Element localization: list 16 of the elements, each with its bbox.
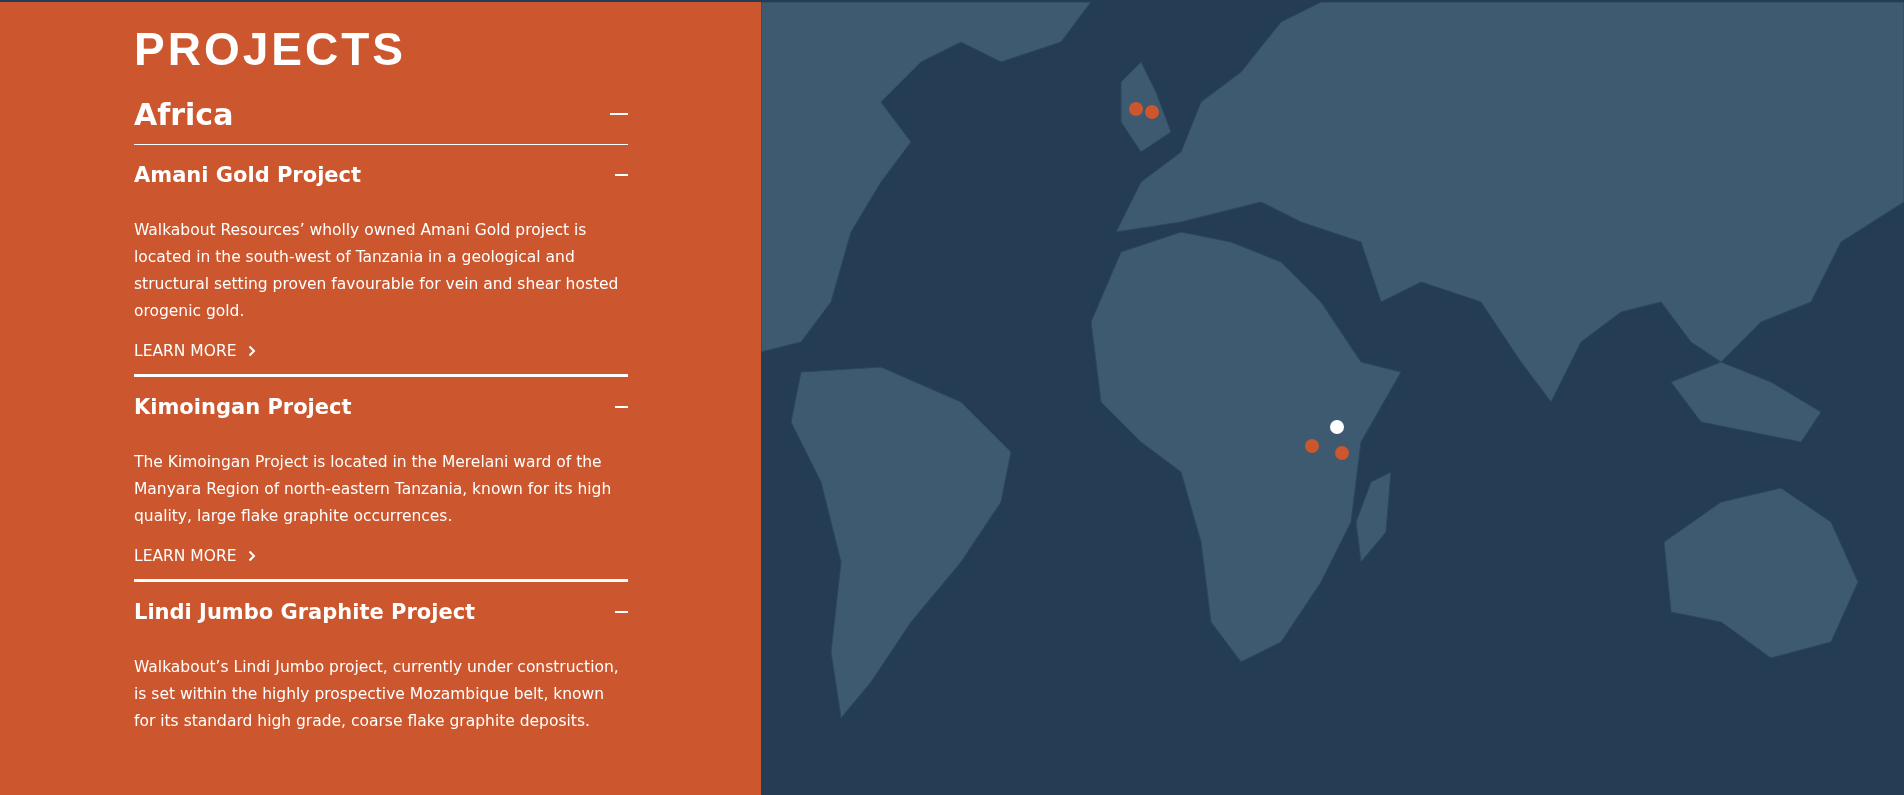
- project-description: The Kimoingan Project is located in the Merelani ward of the Manyara Region of north-eastern Tanzania, known for its high quality, large flake graphite occurrences.: [134, 451, 613, 527]
- project-heading[interactable]: Amani Gold Project: [134, 162, 362, 187]
- project-description: Walkabout’s Lindi Jumbo project, currently under construction, is set within the highly prospective Mozambique belt, known for its standard high grade, coarse flake graphite deposits.: [134, 656, 620, 732]
- region-heading[interactable]: Africa: [134, 96, 234, 132]
- collapse-icon[interactable]: [610, 113, 628, 116]
- learn-more-link[interactable]: LEARN MORE: [134, 546, 257, 565]
- chevron-right-icon: [248, 344, 257, 357]
- chevron-right-icon: [248, 549, 257, 562]
- collapse-icon[interactable]: [615, 173, 628, 176]
- collapse-icon[interactable]: [615, 405, 628, 408]
- project-description: Walkabout Resources’ wholly owned Amani Gold project is located in the south-west of Tanzania in a geological and structural setting proven favourable for vein and shear hosted orogenic gold.: [134, 219, 620, 322]
- collapse-icon[interactable]: [615, 610, 628, 613]
- project-heading[interactable]: Lindi Jumbo Graphite Project: [134, 599, 476, 624]
- project-heading[interactable]: Kimoingan Project: [134, 394, 352, 419]
- learn-more-link[interactable]: LEARN MORE: [134, 341, 257, 360]
- page-title: PROJECTS: [134, 24, 407, 75]
